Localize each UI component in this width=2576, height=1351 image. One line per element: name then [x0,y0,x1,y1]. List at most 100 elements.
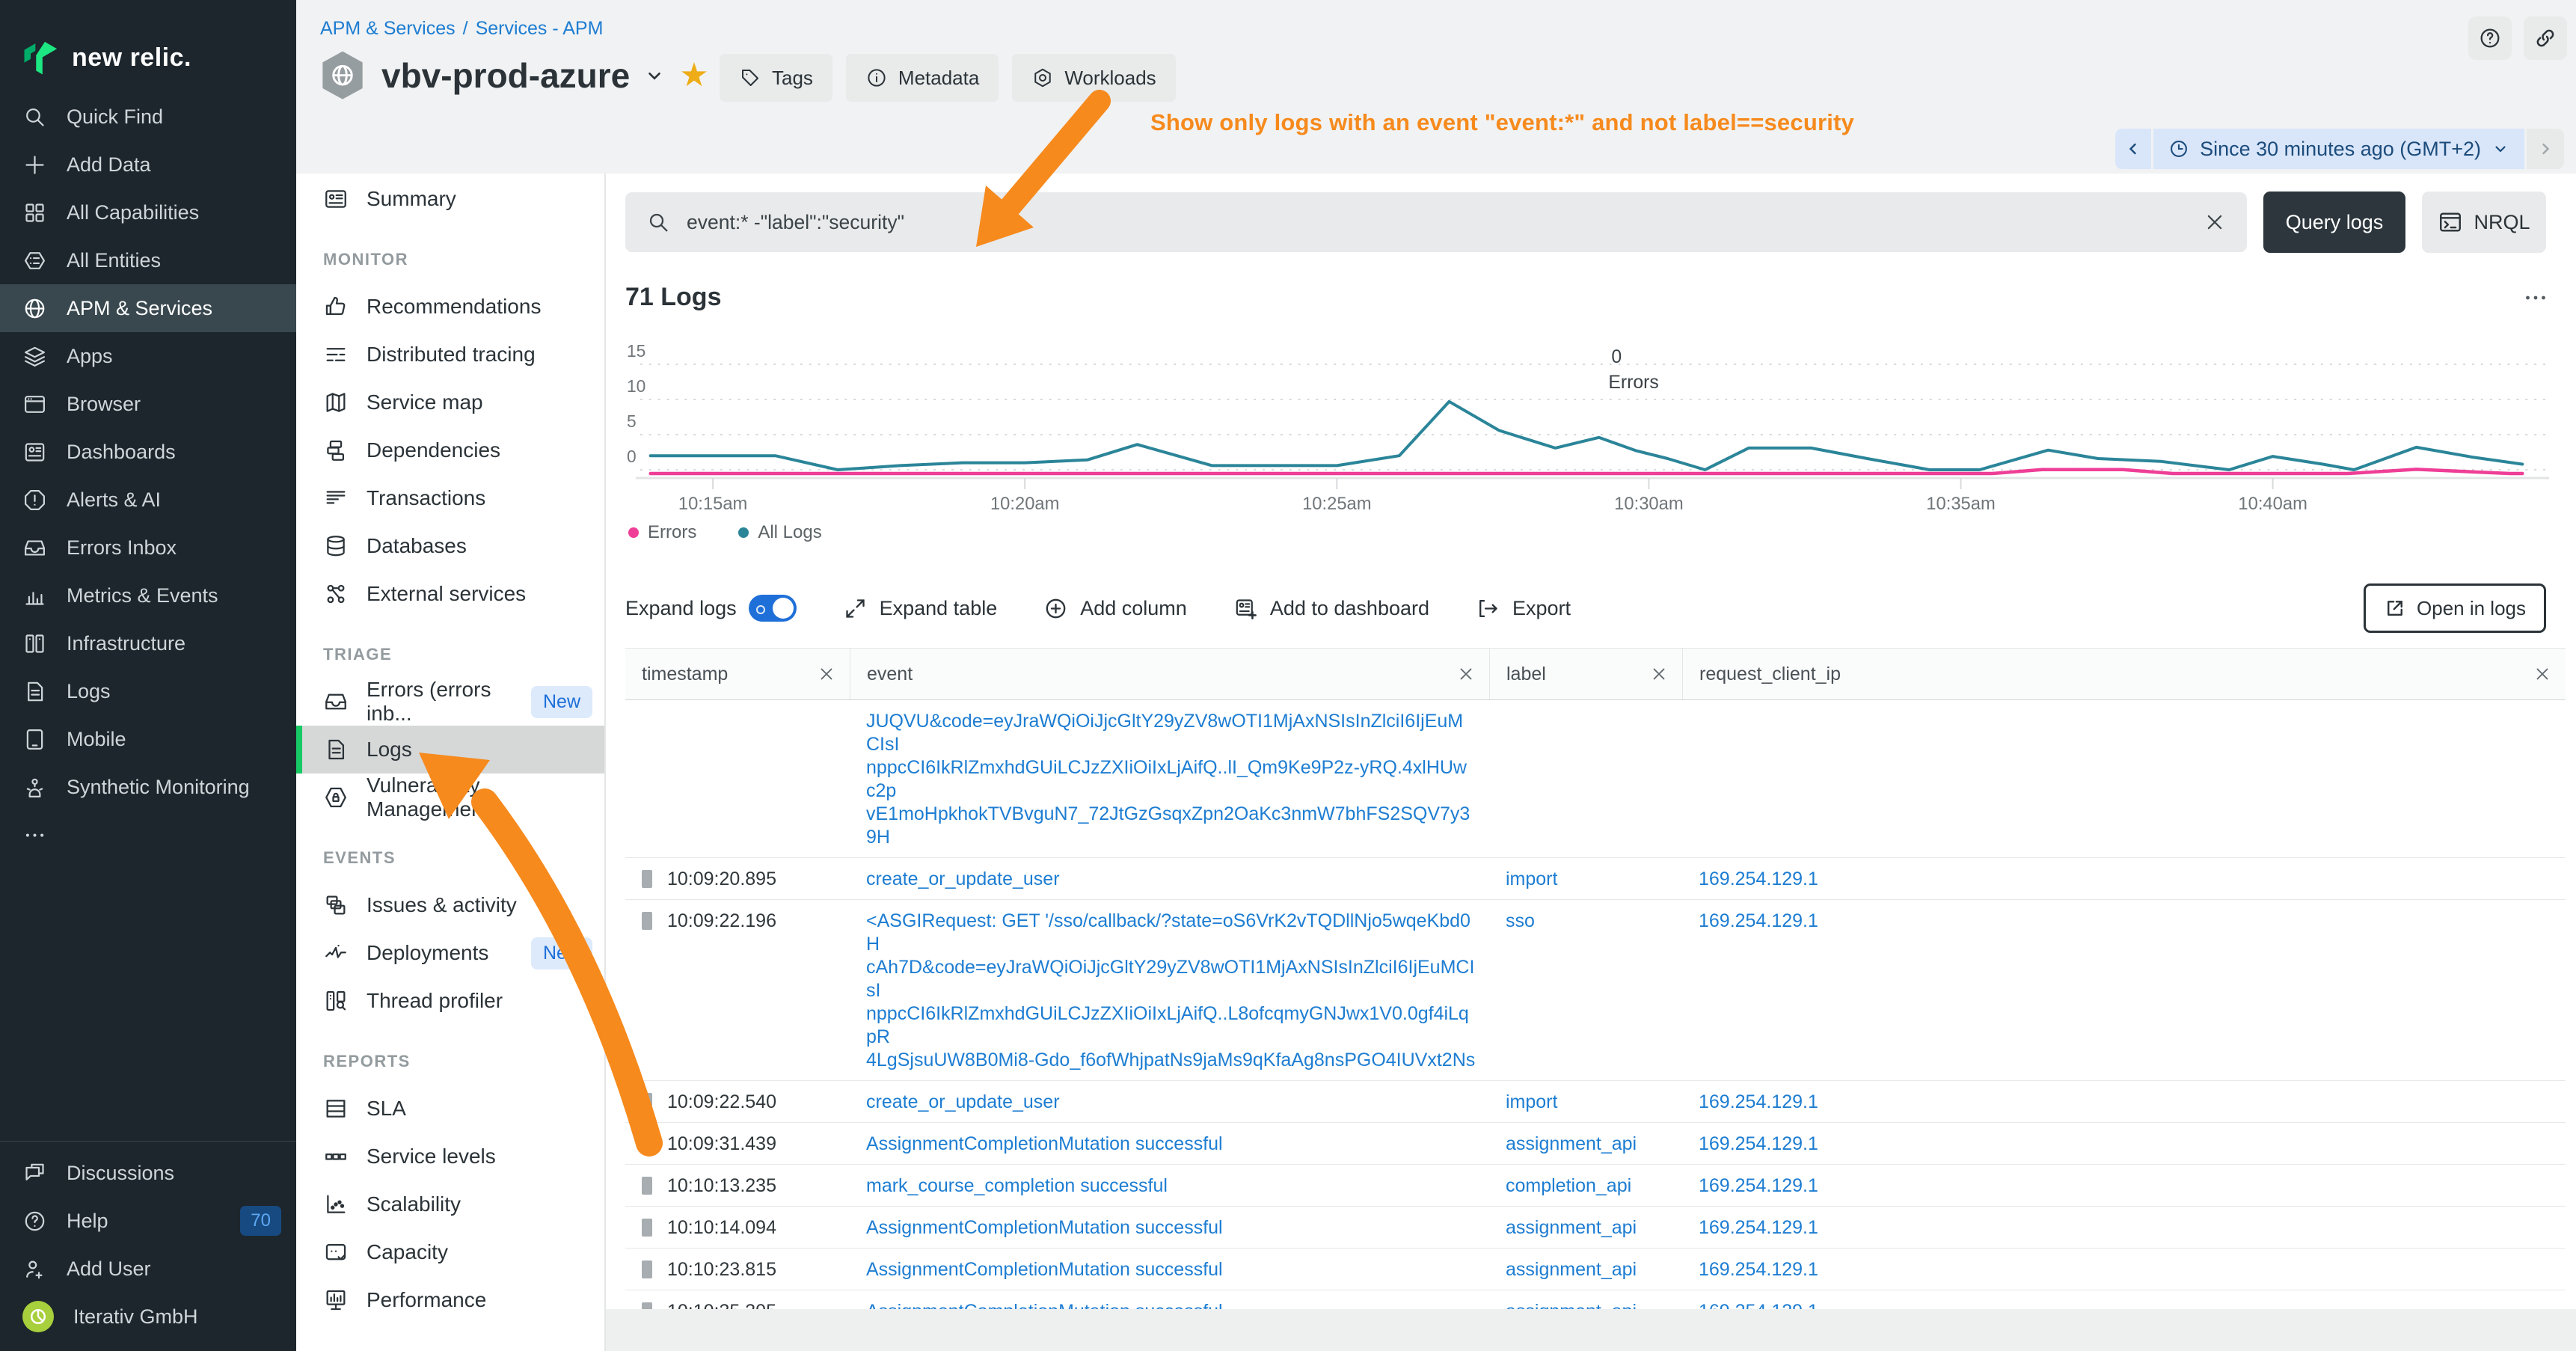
service-nav-external-services[interactable]: External services [296,570,604,618]
cell-label[interactable]: import [1489,858,1682,899]
sidebar-footer-add-user[interactable]: Add User [0,1245,296,1293]
nrql-button[interactable]: NRQL [2422,192,2546,253]
sidebar-item-all-capabilities[interactable]: All Capabilities [0,189,296,236]
expand-logs-toggle[interactable] [749,595,797,622]
new-relic-logo[interactable]: new relic. [0,0,296,93]
service-nav-vulnerability-management[interactable]: Vulnerability Management [296,773,604,821]
cell-label[interactable]: import [1489,1081,1682,1122]
cell-request-client-ip[interactable]: 169.254.129.1 [1682,1123,2566,1164]
log-row[interactable]: 10:09:22.196<ASGIRequest: GET '/sso/call… [625,900,2566,1081]
event-line[interactable]: AssignmentCompletionMutation successful [866,1133,1476,1156]
cell-event[interactable]: create_or_update_user [850,1081,1489,1122]
export-button[interactable]: Export [1476,596,1571,621]
remove-column-icon[interactable] [1649,664,1669,684]
sidebar-footer-iterativ-gmbh[interactable]: Iterativ GmbH [0,1293,296,1341]
service-nav-databases[interactable]: Databases [296,522,604,570]
service-nav-capacity[interactable]: Capacity [296,1228,604,1276]
service-nav-sla[interactable]: SLA [296,1085,604,1133]
permalink-button[interactable] [2524,16,2567,60]
title-chevron-down-icon[interactable] [645,66,664,85]
cell-request-client-ip[interactable]: 169.254.129.1 [1682,1165,2566,1206]
log-row[interactable]: JUQVU&code=eyJraWQiOiJjcGltY29yZV8wOTI1M… [625,700,2566,858]
breadcrumb-link-services[interactable]: Services - APM [476,18,604,40]
cell-label[interactable] [1489,700,1682,857]
service-nav-service-map[interactable]: Service map [296,379,604,426]
time-forward-button[interactable] [2527,129,2564,169]
sidebar-item-apps[interactable]: Apps [0,332,296,380]
service-nav-issues-activity[interactable]: Issues & activity [296,881,604,929]
sidebar-item-logs[interactable]: Logs [0,667,296,715]
event-line[interactable]: <ASGIRequest: GET '/sso/callback/?state=… [866,910,1476,956]
time-back-button[interactable] [2115,129,2151,169]
help-button[interactable] [2468,16,2512,60]
remove-column-icon[interactable] [817,664,836,684]
sidebar-item-browser[interactable]: Browser [0,380,296,428]
sidebar-item-add-data[interactable]: Add Data [0,141,296,189]
cell-label[interactable]: assignment_api [1489,1207,1682,1248]
tags-button[interactable]: Tags [720,54,832,102]
remove-column-icon[interactable] [2533,664,2552,684]
service-nav-recommendations[interactable]: Recommendations [296,283,604,331]
log-row[interactable]: 10:10:14.094AssignmentCompletionMutation… [625,1207,2566,1249]
service-nav-dependencies[interactable]: Dependencies [296,426,604,474]
cell-event[interactable]: mark_course_completion successful [850,1165,1489,1206]
cell-event[interactable]: AssignmentCompletionMutation successful [850,1123,1489,1164]
cell-label[interactable]: sso [1489,900,1682,1080]
service-nav-thread-profiler[interactable]: Thread profiler [296,977,604,1025]
time-range-button[interactable]: Since 30 minutes ago (GMT+2) [2153,129,2524,169]
cell-event[interactable]: create_or_update_user [850,858,1489,899]
breadcrumb-link-apm[interactable]: APM & Services [320,18,456,40]
log-row[interactable]: 10:09:20.895create_or_update_userimport1… [625,858,2566,900]
cell-event[interactable]: JUQVU&code=eyJraWQiOiJjcGltY29yZV8wOTI1M… [850,700,1489,857]
add-to-dashboard-button[interactable]: Add to dashboard [1233,596,1429,621]
service-nav-performance[interactable]: Performance [296,1276,604,1324]
workloads-button[interactable]: Workloads [1012,54,1175,102]
sidebar-item-alerts-ai[interactable]: Alerts & AI [0,476,296,524]
sidebar-item-synthetic-monitoring[interactable]: Synthetic Monitoring [0,763,296,811]
cell-request-client-ip[interactable]: 169.254.129.1 [1682,1081,2566,1122]
cell-label[interactable]: assignment_api [1489,1123,1682,1164]
event-line[interactable]: vE1moHpkhokTVBvguN7_72JtGzGsqxZpn2OaKc3n… [866,803,1476,849]
remove-column-icon[interactable] [1456,664,1476,684]
service-nav-distributed-tracing[interactable]: Distributed tracing [296,331,604,379]
cell-request-client-ip[interactable]: 169.254.129.1 [1682,1249,2566,1290]
event-line[interactable]: nppcCI6IkRlZmxhdGUiLCJzZXIiOiIxLjAifQ..l… [866,756,1476,803]
log-row[interactable]: 10:09:22.540create_or_update_userimport1… [625,1081,2566,1123]
open-in-logs-button[interactable]: Open in logs [2364,583,2546,633]
clear-search-icon[interactable] [2204,211,2226,233]
event-line[interactable]: cAh7D&code=eyJraWQiOiJjcGltY29yZV8wOTI1M… [866,956,1476,1002]
favorite-star-icon[interactable]: ★ [679,59,708,92]
more-options-icon[interactable] [2522,284,2549,311]
cell-request-client-ip[interactable]: 169.254.129.1 [1682,900,2566,1080]
cell-event[interactable]: AssignmentCompletionMutation successful [850,1207,1489,1248]
expand-table-button[interactable]: Expand table [843,596,998,621]
service-nav-deployments[interactable]: DeploymentsNew [296,929,604,977]
sidebar-item-errors-inbox[interactable]: Errors Inbox [0,524,296,572]
event-line[interactable]: create_or_update_user [866,868,1476,891]
cell-label[interactable]: completion_api [1489,1165,1682,1206]
log-row[interactable]: 10:09:31.439AssignmentCompletionMutation… [625,1123,2566,1165]
metadata-button[interactable]: Metadata [846,54,999,102]
cell-label[interactable]: assignment_api [1489,1249,1682,1290]
query-logs-button[interactable]: Query logs [2263,192,2405,253]
event-line[interactable]: create_or_update_user [866,1091,1476,1114]
cell-request-client-ip[interactable]: 169.254.129.1 [1682,1207,2566,1248]
service-nav-transactions[interactable]: Transactions [296,474,604,522]
event-line[interactable]: mark_course_completion successful [866,1174,1476,1198]
event-line[interactable]: nppcCI6IkRlZmxhdGUiLCJzZXIiOiIxLjAifQ..L… [866,1002,1476,1049]
sidebar-item-mobile[interactable]: Mobile [0,715,296,763]
service-nav-logs[interactable]: Logs [296,726,604,773]
sidebar-item-metrics-events[interactable]: Metrics & Events [0,572,296,619]
sidebar-footer-help[interactable]: Help70 [0,1197,296,1245]
add-column-button[interactable]: Add column [1043,596,1187,621]
logs-timeseries-chart[interactable]: 05101510:15am10:20am10:25am10:30am10:35a… [625,316,2549,516]
legend-errors[interactable]: Errors [628,522,696,543]
cell-request-client-ip[interactable]: 169.254.129.1 [1682,858,2566,899]
sidebar-item-dashboards[interactable]: Dashboards [0,428,296,476]
sidebar-more[interactable] [0,811,296,859]
event-line[interactable]: 4LgSjsuUW8B0Mi8-Gdo_f6ofWhjpatNs9jaMs9qK… [866,1049,1476,1072]
service-nav-service-levels[interactable]: Service levels [296,1133,604,1180]
sidebar-item-quick-find[interactable]: Quick Find [0,93,296,141]
log-row[interactable]: 10:10:23.815AssignmentCompletionMutation… [625,1249,2566,1290]
service-nav-summary[interactable]: Summary [296,175,604,223]
